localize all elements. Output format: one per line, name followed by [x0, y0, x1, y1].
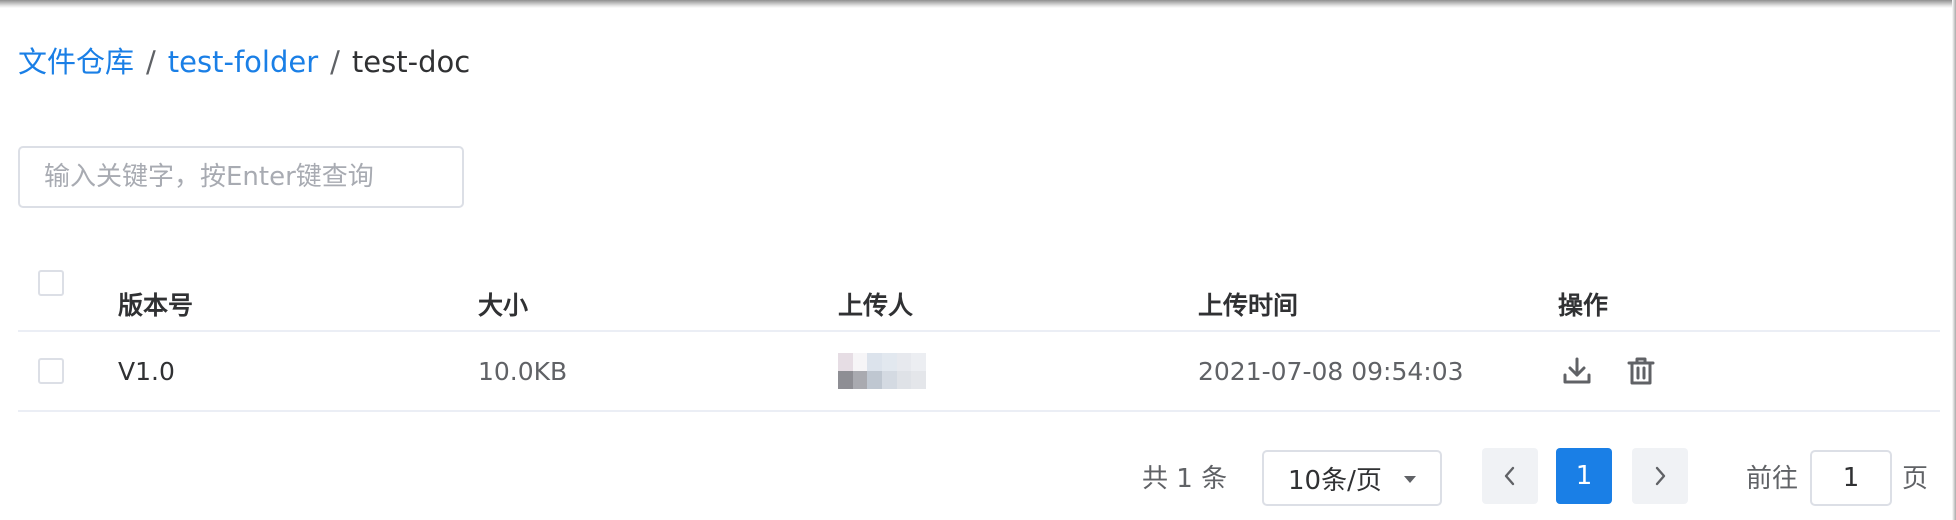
- header-checkbox-cell: [38, 256, 64, 330]
- breadcrumb-separator: /: [146, 45, 156, 79]
- breadcrumb-separator: /: [330, 45, 340, 79]
- uploader-cell: [838, 332, 926, 410]
- actions-cell: [1558, 332, 1686, 410]
- next-page-button[interactable]: [1632, 448, 1688, 504]
- table-header-row: 版本号 大小 上传人 上传时间 操作: [18, 256, 1940, 332]
- column-header-version: 版本号: [118, 291, 194, 320]
- select-all-checkbox[interactable]: [38, 270, 64, 296]
- size-cell: 10.0KB: [478, 356, 568, 386]
- window-right-edge: [1952, 0, 1956, 520]
- breadcrumb-folder-link[interactable]: test-folder: [168, 40, 318, 84]
- page-size-select[interactable]: 10条/页: [1262, 450, 1442, 506]
- column-header-actions: 操作: [1558, 291, 1609, 320]
- version-table: 版本号 大小 上传人 上传时间 操作 V1.0 10.0KB 2021-07-0…: [18, 256, 1940, 412]
- chevron-left-icon: [1504, 466, 1515, 486]
- window-top-edge: [0, 0, 1956, 8]
- breadcrumb-current: test-doc: [351, 45, 471, 79]
- upload-time-cell: 2021-07-08 09:54:03: [1198, 356, 1464, 386]
- goto-page-input[interactable]: [1810, 450, 1892, 506]
- table-row: V1.0 10.0KB 2021-07-08 09:54:03: [18, 332, 1940, 412]
- column-header-upload-time: 上传时间: [1198, 291, 1299, 320]
- breadcrumb: 文件仓库 / test-folder / test-doc: [18, 40, 470, 84]
- row-checkbox-cell: [38, 332, 64, 410]
- breadcrumb-root-link[interactable]: 文件仓库: [18, 40, 134, 84]
- blurred-uploader-name: [838, 353, 926, 389]
- chevron-right-icon: [1655, 466, 1666, 486]
- delete-icon[interactable]: [1622, 352, 1660, 390]
- pagination-total: 共 1 条: [1142, 463, 1228, 494]
- version-cell: V1.0: [118, 356, 175, 386]
- search-input[interactable]: [18, 146, 464, 208]
- page-number-button[interactable]: 1: [1556, 448, 1612, 504]
- row-checkbox[interactable]: [38, 358, 64, 384]
- column-header-size: 大小: [478, 291, 529, 320]
- prev-page-button[interactable]: [1482, 448, 1538, 504]
- page-unit-label: 页: [1902, 463, 1929, 494]
- goto-label: 前往: [1746, 463, 1799, 494]
- column-header-uploader: 上传人: [838, 291, 914, 320]
- download-icon[interactable]: [1558, 352, 1596, 390]
- caret-down-icon: [1404, 476, 1416, 483]
- page-size-value: 10条/页: [1288, 465, 1382, 496]
